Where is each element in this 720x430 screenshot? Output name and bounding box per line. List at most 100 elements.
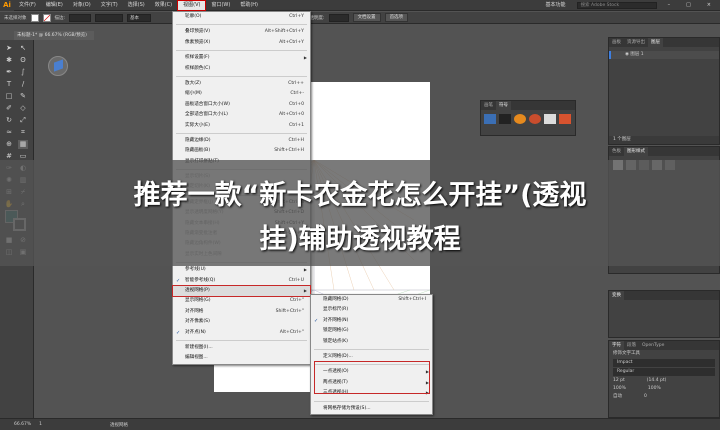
workspace-switcher[interactable]: 基本功能	[541, 0, 571, 11]
shortcut-label: Alt+Ctrl+"	[279, 329, 304, 335]
eraser-icon[interactable]: ◇	[18, 104, 28, 113]
tab-asset-export[interactable]: 资源导出	[624, 38, 648, 47]
perspective-menu-item[interactable]: 隐藏网格(D) Shift+Ctrl+I	[311, 295, 432, 305]
symbol-swatch[interactable]	[484, 114, 496, 124]
menu-file[interactable]: 文件(F)	[14, 0, 41, 11]
menu-effect[interactable]: 效果(C)	[150, 0, 177, 11]
view-menu-item[interactable]: 轮廓(O) Ctrl+Y	[173, 12, 310, 22]
view-menu-item[interactable]: 像素预览(X) Alt+Ctrl+Y	[173, 38, 310, 48]
perspective-menu-item[interactable]: 显示标尺(R)	[311, 305, 432, 315]
tab-artboards[interactable]: 画板	[609, 38, 624, 47]
tab-swatches[interactable]: 色板	[609, 147, 624, 156]
maximize-icon[interactable]: □	[681, 0, 696, 11]
kerning-field[interactable]: 自动	[613, 393, 622, 401]
perspective-menu-item[interactable]: 将网格存储为预设(S)...	[311, 404, 432, 414]
view-menu-item[interactable]: 画板适合窗口大小(W) Ctrl+0	[173, 100, 310, 110]
minimize-icon[interactable]: –	[663, 0, 676, 11]
pen-tool-icon[interactable]: ✒	[4, 68, 14, 77]
view-menu-item[interactable]: 隐藏画板(B) Shift+Ctrl+H	[173, 146, 310, 156]
view-menu-item[interactable]: 新建视图(I)...	[173, 343, 310, 353]
horizontal-scale-field[interactable]: 100%	[648, 385, 661, 393]
view-menu-item[interactable]: 编辑视图...	[173, 353, 310, 363]
view-menu-item[interactable]: ✓ 智能参考线(Q) Ctrl+U	[173, 276, 310, 286]
style-dropdown[interactable]: 基本	[127, 13, 152, 22]
view-menu-item[interactable]: 校样设置(F) ▶	[173, 53, 310, 63]
opacity-dropdown[interactable]	[328, 13, 349, 22]
menu-object[interactable]: 对象(O)	[68, 0, 96, 11]
zoom-level[interactable]: 66.67%	[14, 422, 31, 427]
perspective-menu-item[interactable]: ✓ 对齐网格(N)	[311, 316, 432, 326]
menu-view[interactable]: 视图(V)	[177, 0, 207, 11]
view-menu-item[interactable]: ✓ 对齐点(N) Alt+Ctrl+"	[173, 328, 310, 338]
view-menu-item[interactable]: 显示网格(G) Ctrl+"	[173, 296, 310, 306]
vertical-scale-field[interactable]: 100%	[613, 385, 626, 393]
view-menu-item[interactable]: 全部适合窗口大小(L) Alt+Ctrl+0	[173, 110, 310, 120]
font-family-input[interactable]: Impact	[613, 359, 715, 367]
menu-help[interactable]: 帮助(H)	[235, 0, 263, 11]
shape-builder-icon[interactable]: ⊕	[4, 140, 14, 149]
stock-search-input[interactable]: 搜索 Adobe Stock	[576, 1, 657, 9]
paintbrush-icon[interactable]: ✎	[18, 92, 28, 101]
perspective-menu-item[interactable]: 锁定网格(G)	[311, 326, 432, 336]
menu-type[interactable]: 文字(T)	[96, 0, 123, 11]
doc-setup-button[interactable]: 文档设置	[352, 13, 381, 22]
tracking-field[interactable]: 0	[644, 393, 647, 401]
tab-character[interactable]: 字符	[609, 341, 624, 350]
stroke-swatch[interactable]	[42, 13, 51, 22]
view-menu-item[interactable]: 缩小(M) Ctrl+-	[173, 89, 310, 99]
fill-swatch[interactable]	[30, 13, 39, 22]
view-menu-item[interactable]: 对齐网格 Shift+Ctrl+"	[173, 307, 310, 317]
width-tool-icon[interactable]: ≈	[4, 128, 14, 137]
preferences-button[interactable]: 首选项	[384, 13, 409, 22]
view-menu-item[interactable]: 对齐像素(S)	[173, 317, 310, 327]
rectangle-tool-icon[interactable]: □	[4, 92, 14, 101]
view-menu-item[interactable]: 隐藏边缘(D) Ctrl+H	[173, 136, 310, 146]
tab-opentype[interactable]: OpenType	[639, 341, 667, 350]
view-menu-item[interactable]: 放大(Z) Ctrl++	[173, 79, 310, 89]
direct-selection-tool-icon[interactable]: ↖	[18, 44, 28, 53]
view-menu-item[interactable]: 参考线(U) ▶	[173, 265, 310, 275]
free-transform-icon[interactable]: ⌗	[18, 128, 28, 137]
magic-wand-icon[interactable]: ✱	[4, 56, 14, 65]
rotate-tool-icon[interactable]: ↻	[4, 116, 14, 125]
tab-graphic-styles[interactable]: 图形样式	[624, 147, 648, 156]
brush-dropdown[interactable]	[95, 13, 124, 22]
symbol-swatch[interactable]	[529, 114, 541, 124]
artboard-number[interactable]: 1	[39, 422, 42, 427]
type-tool-icon[interactable]: T	[4, 80, 14, 89]
symbol-swatch[interactable]	[559, 114, 571, 124]
tab-brushes[interactable]: 画笔	[481, 101, 496, 110]
perspective-menu-item[interactable]: 锁定站点(K)	[311, 337, 432, 347]
tab-transform[interactable]: 变换	[609, 291, 624, 300]
view-menu-item-label: 编辑视图...	[185, 355, 208, 361]
shaper-tool-icon[interactable]: ✐	[4, 104, 14, 113]
symbol-swatch[interactable]	[514, 114, 526, 124]
close-icon[interactable]: ×	[702, 0, 716, 11]
leading-field[interactable]: (14.4 pt)	[647, 377, 667, 385]
menu-edit[interactable]: 编辑(E)	[41, 0, 68, 11]
symbol-swatch[interactable]	[499, 114, 511, 124]
touch-type-tool-button[interactable]: 修饰文字工具	[609, 350, 719, 358]
view-menu-item[interactable]: 实际大小(E) Ctrl+1	[173, 121, 310, 131]
font-size-field[interactable]: 12 pt	[613, 377, 625, 385]
tab-layers[interactable]: 图层	[648, 38, 663, 47]
tab-symbols[interactable]: 符号	[496, 101, 511, 110]
symbol-swatch[interactable]	[544, 114, 556, 124]
line-tool-icon[interactable]: /	[18, 80, 28, 89]
tab-paragraph[interactable]: 段落	[624, 341, 639, 350]
view-menu-item[interactable]: 叠印预览(V) Alt+Shift+Ctrl+Y	[173, 27, 310, 37]
scale-tool-icon[interactable]: ⤢	[18, 116, 28, 125]
perspective-widget-icon[interactable]	[48, 56, 68, 76]
menu-select[interactable]: 选择(S)	[123, 0, 150, 11]
font-style-dropdown[interactable]: Regular	[613, 368, 715, 376]
layer-row[interactable]: ◉ 图层 1	[609, 51, 719, 59]
stroke-weight-dropdown[interactable]	[69, 13, 92, 22]
menu-window[interactable]: 窗口(W)	[206, 0, 235, 11]
selection-tool-icon[interactable]: ➤	[4, 44, 14, 53]
view-menu-item[interactable]: 透视网格(P) ▶	[172, 284, 311, 298]
document-tab[interactable]: 未标题-1* @ 66.67% (RGB/预览)	[14, 31, 94, 40]
perspective-grid-icon[interactable]: ▦	[18, 140, 28, 149]
curvature-tool-icon[interactable]: ∫	[18, 68, 28, 77]
lasso-icon[interactable]: ʘ	[18, 56, 28, 65]
view-menu-item[interactable]: 校样颜色(C)	[173, 64, 310, 74]
